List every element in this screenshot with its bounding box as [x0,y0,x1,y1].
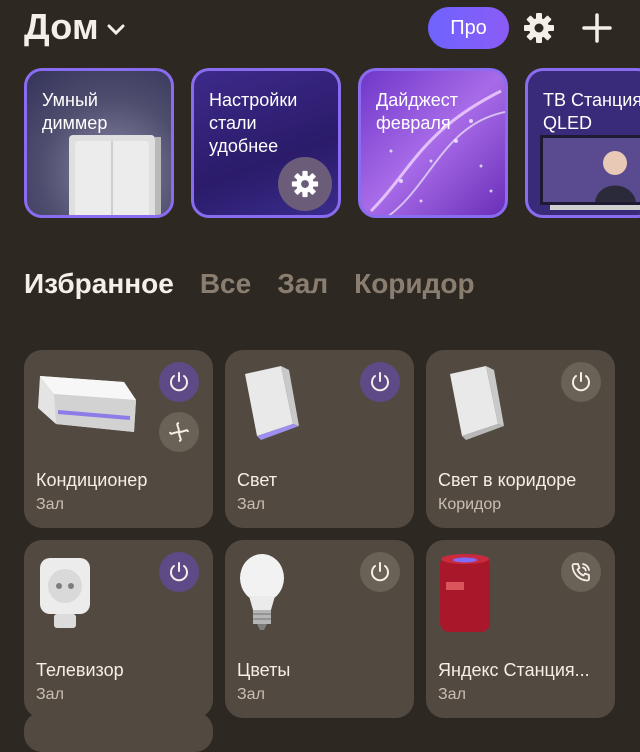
device-card-partial[interactable] [24,712,213,752]
device-card-yandex-station[interactable]: Яндекс Станция... Зал [426,540,615,718]
power-button[interactable] [561,362,601,402]
tv-image [540,135,640,210]
gear-icon [291,170,319,198]
story-february-digest[interactable]: Дайджест февраля [358,68,508,218]
story-smart-dimmer[interactable]: Умный диммер [24,68,174,218]
story-gear-badge [278,157,332,211]
device-name: Телевизор [36,660,124,680]
device-name: Цветы [237,660,291,680]
home-title: Дом [24,6,99,47]
device-room: Зал [36,686,64,703]
call-button[interactable] [561,552,601,592]
power-button[interactable] [360,362,400,402]
tab-corridor[interactable]: Коридор [354,268,475,300]
device-room: Зал [438,686,466,703]
switch-image [245,366,299,440]
story-label: Умный диммер [42,90,108,133]
device-card-tv[interactable]: Телевизор Зал [24,540,213,718]
chevron-down-icon [107,24,125,36]
smart-plug-image [40,558,90,628]
fan-icon [169,422,189,442]
plus-icon[interactable] [581,12,613,44]
device-room: Зал [237,496,265,513]
header: Дом Про [0,0,640,60]
power-button[interactable] [159,552,199,592]
device-name: Свет [237,470,278,490]
tab-hall[interactable]: Зал [277,268,328,300]
power-icon [170,372,188,392]
stories-carousel: Умный диммер Настройки стали удобнее Дай… [0,68,640,226]
power-icon [371,562,389,582]
story-label: Дайджест февраля [376,90,459,133]
device-name: Кондиционер [36,470,148,490]
device-card-light[interactable]: Свет Зал [225,350,414,528]
switch-image [450,366,504,440]
device-room: Коридор [438,496,502,513]
pro-button[interactable]: Про [428,7,509,49]
room-tabs: Избранное Все Зал Коридор [24,268,475,300]
air-conditioner-image [38,376,136,432]
home-selector[interactable]: Дом [24,6,125,48]
device-name: Яндекс Станция... [438,660,590,680]
fan-mode-button[interactable] [159,412,199,452]
tab-favorites[interactable]: Избранное [24,268,174,300]
device-card-corridor-light[interactable]: Свет в коридоре Коридор [426,350,615,528]
power-button[interactable] [159,362,199,402]
power-icon [572,372,590,392]
device-room: Зал [36,496,64,513]
story-tv-station[interactable]: ТВ Станция QLED [525,68,640,218]
device-card-flowers[interactable]: Цветы Зал [225,540,414,718]
tab-all[interactable]: Все [200,268,251,300]
device-room: Зал [237,686,265,703]
power-icon [371,372,389,392]
light-bulb-image [240,554,284,630]
story-settings-update[interactable]: Настройки стали удобнее [191,68,341,218]
device-name: Свет в коридоре [438,470,577,490]
story-label: ТВ Станция QLED [543,90,640,133]
smart-speaker-image [440,554,490,632]
gear-icon[interactable] [523,12,555,44]
phone-icon [571,563,590,582]
power-icon [170,562,188,582]
power-button[interactable] [360,552,400,592]
dimmer-image [69,135,161,215]
story-label: Настройки стали удобнее [209,90,298,156]
device-card-air-conditioner[interactable]: Кондиционер Зал [24,350,213,528]
